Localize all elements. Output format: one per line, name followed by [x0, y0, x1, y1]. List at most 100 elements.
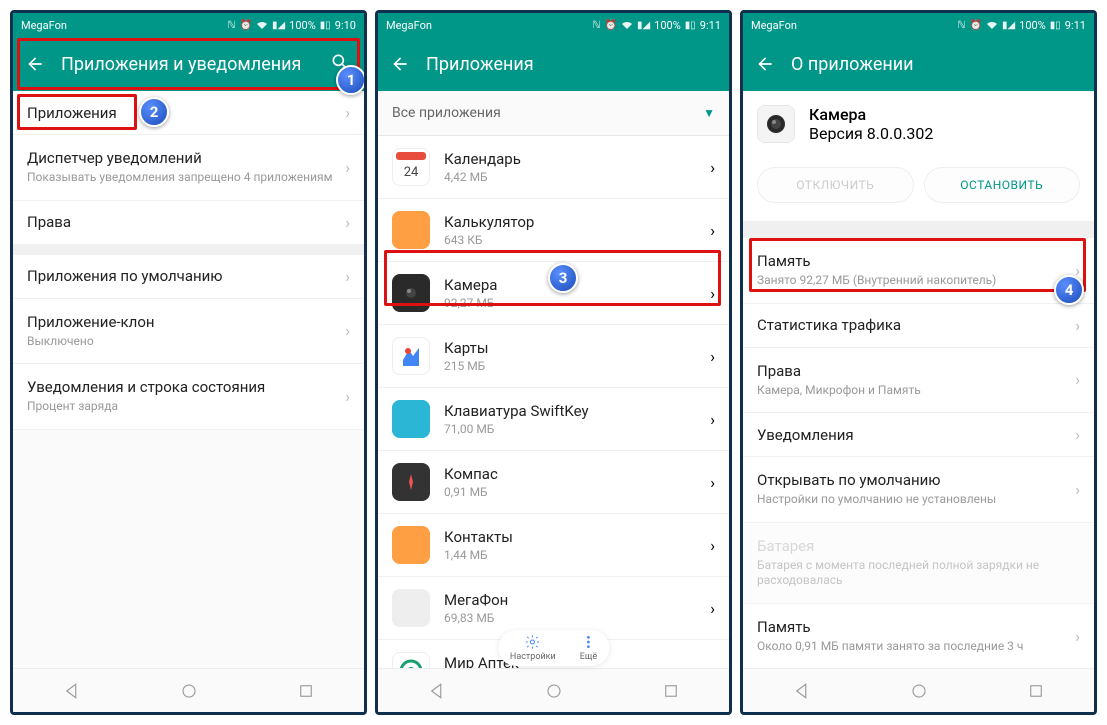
chevron-right-icon: ›: [710, 536, 715, 555]
tool-settings[interactable]: Настройки: [510, 634, 556, 662]
app-name: Калькулятор: [444, 213, 696, 231]
app-name: Камера: [809, 105, 933, 124]
sublabel: Показывать уведомления запрещено 4 прило…: [27, 170, 339, 186]
page-title: Приложения и уведомления: [61, 54, 316, 75]
row-traffic[interactable]: Статистика трафика ›: [743, 304, 1094, 348]
app-icon: [392, 211, 430, 249]
label: Открывать по умолчанию: [757, 471, 1069, 489]
app-info-header: Камера Версия 8.0.0.302: [743, 91, 1094, 157]
app-row[interactable]: Калькулятор643 КБ›: [378, 199, 729, 262]
content: Камера Версия 8.0.0.302 ОТКЛЮЧИТЬ ОСТАНО…: [743, 91, 1094, 668]
clock: 9:11: [1065, 19, 1086, 32]
tool-more[interactable]: Ещё: [580, 634, 597, 662]
sublabel: Настройки по умолчанию не установлены: [757, 492, 1069, 508]
tool-label: Ещё: [580, 652, 597, 662]
app-icon: [392, 400, 430, 438]
row-open-default[interactable]: Открывать по умолчанию Настройки по умол…: [743, 457, 1094, 523]
app-row[interactable]: Контакты1,44 МБ›: [378, 514, 729, 577]
row-notifications[interactable]: Уведомления ›: [743, 413, 1094, 457]
nav-recent-icon[interactable]: [1027, 682, 1045, 700]
chevron-right-icon: ›: [710, 158, 715, 177]
app-row[interactable]: Карты215 МБ›: [378, 325, 729, 388]
app-name: МегаФон: [444, 591, 696, 609]
app-row[interactable]: Клавиатура SwiftKey71,00 МБ›: [378, 388, 729, 451]
app-row[interactable]: 24Календарь4,42 МБ›: [378, 136, 729, 199]
app-bar: Приложения: [378, 37, 729, 91]
tool-label: Настройки: [510, 652, 556, 662]
row-notif-bar[interactable]: Уведомления и строка состояния Процент з…: [13, 364, 364, 430]
row-app-clone[interactable]: Приложение-клон Выключено ›: [13, 299, 364, 365]
battery-pct: 100%: [654, 19, 681, 32]
nav-recent-icon[interactable]: [297, 682, 315, 700]
row-rights[interactable]: Права ›: [13, 201, 364, 245]
label: Уведомления: [757, 426, 1069, 444]
disable-button[interactable]: ОТКЛЮЧИТЬ: [757, 167, 914, 203]
chevron-right-icon: ›: [1069, 316, 1080, 335]
nav-home-icon[interactable]: [910, 682, 928, 700]
sublabel: Выключено: [27, 334, 339, 350]
row-storage[interactable]: Память Занято 92,27 МБ (Внутренний накоп…: [743, 238, 1094, 304]
app-icon: 24: [392, 148, 430, 186]
chevron-right-icon: ›: [710, 599, 715, 618]
back-icon[interactable]: [753, 52, 777, 76]
nfc-icon: ℕ: [592, 20, 600, 31]
chevron-right-icon: ›: [710, 473, 715, 492]
chevron-right-icon: ›: [710, 347, 715, 366]
row-notif-manager[interactable]: Диспетчер уведомлений Показывать уведомл…: [13, 135, 364, 201]
badge-2: 2: [139, 97, 169, 127]
back-icon[interactable]: [388, 52, 412, 76]
battery-icon: ▮▯: [685, 20, 696, 31]
filter-label: Все приложения: [392, 105, 703, 121]
row-memory[interactable]: Память Около 0,91 МБ памяти занято за по…: [743, 604, 1094, 668]
app-version: Версия 8.0.0.302: [809, 124, 933, 143]
content: Приложения › Диспетчер уведомлений Показ…: [13, 91, 364, 668]
chevron-right-icon: ›: [339, 321, 350, 340]
signal-icon: ▮◢: [637, 20, 650, 31]
label: Приложение-клон: [27, 313, 339, 331]
chevron-right-icon: ›: [339, 103, 350, 122]
alarm-icon: ⏰: [970, 20, 982, 31]
battery-icon: ▮▯: [1050, 20, 1061, 31]
chevron-right-icon: ›: [339, 158, 350, 177]
chevron-right-icon: ›: [710, 410, 715, 429]
row-battery: Батарея Батарея с момента последней полн…: [743, 523, 1094, 604]
app-row[interactable]: Компас0,91 МБ›: [378, 451, 729, 514]
divider: [13, 245, 364, 255]
label: Приложения по умолчанию: [27, 267, 339, 285]
carrier-label: MegaFon: [21, 19, 67, 32]
app-icon-camera: [757, 105, 795, 143]
clock: 9:10: [335, 19, 356, 32]
back-icon[interactable]: [23, 52, 47, 76]
label: Права: [27, 213, 339, 231]
filter-dropdown[interactable]: Все приложения ▼: [378, 91, 729, 136]
app-icon: [392, 652, 430, 668]
carrier-label: MegaFon: [386, 19, 432, 32]
nav-recent-icon[interactable]: [662, 682, 680, 700]
nav-bar: [378, 668, 729, 712]
nfc-icon: ℕ: [957, 20, 965, 31]
label: Приложения: [27, 104, 339, 122]
nav-home-icon[interactable]: [545, 682, 563, 700]
nav-home-icon[interactable]: [180, 682, 198, 700]
status-bar: MegaFon ℕ ⏰ ▮◢ 100% ▮▯ 9:11: [743, 13, 1094, 37]
nav-back-icon[interactable]: [63, 682, 81, 700]
nav-back-icon[interactable]: [428, 682, 446, 700]
nav-back-icon[interactable]: [793, 682, 811, 700]
sublabel: Занято 92,27 МБ (Внутренний накопитель): [757, 273, 1069, 289]
row-apps[interactable]: Приложения ›: [13, 91, 364, 135]
chevron-right-icon: ›: [1069, 370, 1080, 389]
content: Все приложения ▼ 24Календарь4,42 МБ›Каль…: [378, 91, 729, 668]
chevron-right-icon: ›: [339, 267, 350, 286]
sublabel: Около 0,91 МБ памяти занято за последние…: [757, 639, 1069, 655]
row-perms[interactable]: Права Камера, Микрофон и Память ›: [743, 348, 1094, 414]
button-row: ОТКЛЮЧИТЬ ОСТАНОВИТЬ: [743, 157, 1094, 222]
clock: 9:11: [700, 19, 721, 32]
stop-button[interactable]: ОСТАНОВИТЬ: [924, 167, 1081, 203]
battery-pct: 100%: [289, 19, 316, 32]
app-size: 69,83 МБ: [444, 611, 696, 625]
app-icon: [392, 274, 430, 312]
row-default-apps[interactable]: Приложения по умолчанию ›: [13, 255, 364, 299]
page-title: Приложения: [426, 54, 719, 75]
app-icon: [392, 463, 430, 501]
chevron-right-icon: ›: [339, 213, 350, 232]
